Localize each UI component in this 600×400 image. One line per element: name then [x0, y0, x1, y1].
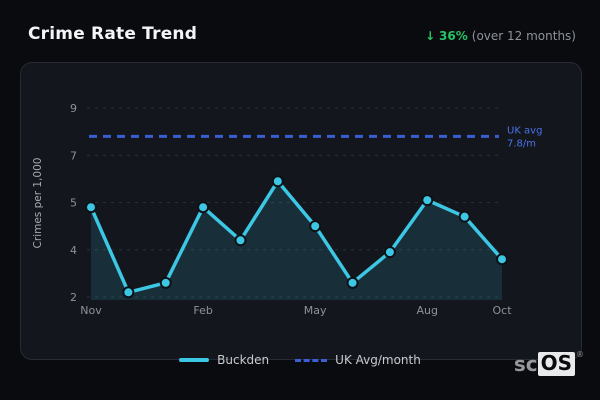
- data-point-aug: [423, 196, 432, 205]
- legend-item-uk-avg: UK Avg/month: [295, 353, 421, 367]
- data-point-jul: [385, 248, 394, 257]
- logo-suffix: OS: [537, 352, 575, 376]
- legend-label: UK Avg/month: [335, 353, 421, 367]
- data-point-sep: [460, 212, 469, 221]
- legend-item-buckden: Buckden: [179, 353, 269, 367]
- y-tick-label: 4: [70, 244, 77, 257]
- data-point-feb: [199, 203, 208, 212]
- trend-indicator: ↓ 36% (over 12 months): [425, 29, 576, 43]
- y-tick-label: 2: [70, 291, 77, 304]
- uk-avg-annotation-line2: 7.8/m: [507, 138, 536, 149]
- data-point-dec: [124, 288, 133, 297]
- x-tick-label: Aug: [417, 304, 438, 317]
- data-point-may: [311, 222, 320, 231]
- y-tick-label: 7: [70, 149, 77, 162]
- legend-label: Buckden: [217, 353, 270, 367]
- x-tick-label: Oct: [492, 304, 512, 317]
- series-area-fill: [91, 181, 502, 300]
- dashboard-page: { "header": { "title": "Crime Rate Trend…: [0, 0, 600, 400]
- crime-chart-svg: 9 7 5 4 2 Crimes per 1,000 UK avg 7.8/m Nov Feb Ma…: [32, 102, 542, 317]
- x-tick-label: Feb: [193, 304, 212, 317]
- uk-avg-annotation-line1: UK avg: [507, 125, 542, 136]
- x-tick-label: May: [304, 304, 327, 317]
- data-point-jan: [161, 278, 170, 287]
- page-title: Crime Rate Trend: [28, 24, 198, 44]
- trend-caption: (over 12 months): [471, 29, 576, 43]
- legend-dashed-line-icon: [295, 358, 328, 362]
- chart-legend: Buckden UK Avg/month: [0, 353, 600, 367]
- registered-mark: ®: [576, 350, 584, 359]
- legend-solid-line-icon: [179, 358, 210, 362]
- logo-prefix: sc: [513, 352, 538, 376]
- data-point-mar: [236, 236, 245, 245]
- data-point-oct: [498, 255, 506, 264]
- data-point-apr: [273, 177, 282, 186]
- y-tick-label: 9: [70, 102, 77, 115]
- scos-logo: sc OS ®: [513, 350, 584, 376]
- trend-percent: 36%: [439, 29, 468, 43]
- crime-trend-chart-card: 9 7 5 4 2 Crimes per 1,000 UK avg 7.8/m Nov Feb Ma…: [20, 62, 582, 360]
- y-axis-title: Crimes per 1,000: [32, 158, 44, 249]
- data-point-jun: [348, 278, 357, 287]
- y-tick-label: 5: [70, 197, 77, 210]
- data-point-nov: [87, 203, 95, 212]
- x-tick-label: Nov: [80, 304, 102, 317]
- trend-down-arrow-icon: ↓: [425, 29, 436, 43]
